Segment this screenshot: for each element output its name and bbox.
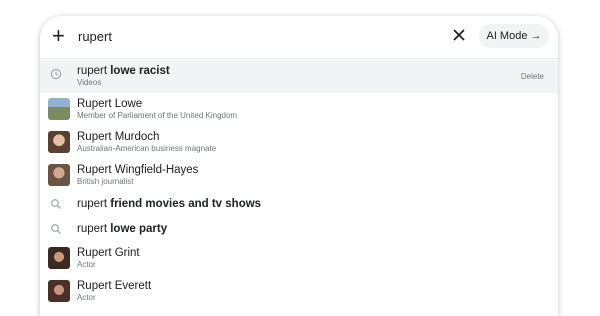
search-dropdown: + rupert AI Mode → rupert lowe racist Vi… bbox=[40, 16, 558, 316]
suggestion-item[interactable]: rupert lowe racist Videos Delete bbox=[40, 60, 558, 93]
search-icon bbox=[51, 199, 61, 209]
delete-button[interactable]: Delete bbox=[521, 72, 544, 81]
suggestion-item[interactable]: Rupert Grint Actor bbox=[40, 242, 558, 275]
suggestion-subtitle: Videos bbox=[77, 78, 102, 87]
search-bar: + rupert AI Mode → bbox=[40, 16, 558, 59]
suggestion-item[interactable]: rupert lowe party bbox=[40, 217, 558, 242]
plus-icon[interactable]: + bbox=[52, 25, 65, 47]
suggestion-title: Rupert Murdoch bbox=[77, 131, 160, 143]
person-thumbnail bbox=[48, 247, 70, 269]
suggestion-title: rupert friend movies and tv shows bbox=[77, 198, 262, 210]
suggestion-subtitle: Actor bbox=[77, 260, 96, 269]
person-thumbnail bbox=[48, 164, 70, 186]
person-thumbnail bbox=[48, 131, 70, 153]
suggestion-title: Rupert Grint bbox=[77, 247, 140, 259]
suggestion-list: rupert lowe racist Videos Delete Rupert … bbox=[40, 60, 558, 308]
search-icon bbox=[51, 224, 61, 234]
suggestion-subtitle: Australian-American business magnate bbox=[77, 144, 217, 153]
suggestion-item[interactable]: Rupert Lowe Member of Parliament of the … bbox=[40, 93, 558, 126]
search-input[interactable]: rupert bbox=[78, 29, 112, 44]
person-thumbnail bbox=[48, 280, 70, 302]
close-icon[interactable] bbox=[452, 28, 466, 42]
suggestion-title: Rupert Wingfield-Hayes bbox=[77, 164, 199, 176]
suggestion-subtitle: Member of Parliament of the United Kingd… bbox=[77, 111, 238, 120]
history-icon bbox=[50, 68, 62, 80]
suggestion-subtitle: Actor bbox=[77, 293, 96, 302]
suggestion-title: rupert lowe racist bbox=[77, 65, 170, 77]
suggestion-item[interactable]: Rupert Murdoch Australian-American busin… bbox=[40, 126, 558, 159]
suggestion-title: Rupert Lowe bbox=[77, 98, 143, 110]
suggestion-subtitle: British journalist bbox=[77, 177, 134, 186]
suggestion-item[interactable]: Rupert Everett Actor bbox=[40, 275, 558, 308]
suggestion-title: rupert lowe party bbox=[77, 223, 168, 235]
suggestion-title: Rupert Everett bbox=[77, 280, 152, 292]
ai-mode-button[interactable]: AI Mode → bbox=[479, 24, 549, 48]
suggestion-item[interactable]: Rupert Wingfield-Hayes British journalis… bbox=[40, 159, 558, 192]
suggestion-item[interactable]: rupert friend movies and tv shows bbox=[40, 192, 558, 217]
person-thumbnail bbox=[48, 98, 70, 120]
